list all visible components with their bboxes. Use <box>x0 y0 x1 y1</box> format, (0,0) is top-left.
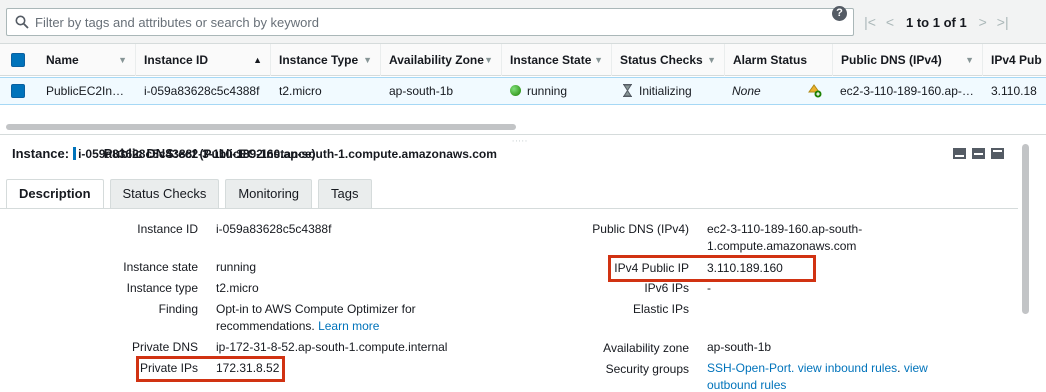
resize-grip-icon[interactable]: ∙∙∙∙∙ <box>512 136 528 145</box>
vertical-scrollbar[interactable] <box>1020 142 1032 392</box>
search-input[interactable] <box>35 12 825 32</box>
horizontal-scrollbar[interactable] <box>0 122 1046 132</box>
security-groups-label: Security groups <box>605 362 689 376</box>
hourglass-icon <box>623 84 632 97</box>
sort-icon: ▼ <box>484 55 493 65</box>
sort-icon: ▼ <box>707 55 716 65</box>
instance-label: Instance: <box>12 146 70 161</box>
cell-instance-type: t2.micro <box>279 84 322 98</box>
column-availability-zone[interactable]: Availability Zone ▼ <box>381 44 502 76</box>
public-dns-line-2: 1.compute.amazonaws.com <box>707 239 857 253</box>
layout-split-icon[interactable] <box>972 148 985 159</box>
layout-top-icon[interactable] <box>953 148 966 159</box>
pagination: |< < 1 to 1 of 1 > >| <box>860 8 1013 36</box>
cursor-bar <box>73 147 77 160</box>
cell-ipv4-public: 3.110.18 <box>991 84 1037 98</box>
next-page-icon[interactable]: > <box>973 14 993 30</box>
tab-status-checks[interactable]: Status Checks <box>109 179 220 209</box>
select-all-checkbox[interactable] <box>11 53 25 67</box>
layout-bottom-icon[interactable] <box>991 148 1004 159</box>
sort-icon: ▼ <box>965 55 974 65</box>
cell-name: PublicEC2In… <box>46 84 125 98</box>
details-title: Instance: i-059a83628c5c4388f (PublicEC2I… <box>12 146 497 161</box>
tab-divider <box>0 208 1018 209</box>
ipv6-ips-value: - <box>707 281 711 295</box>
tab-description[interactable]: Description <box>6 179 104 209</box>
learn-more-link[interactable]: Learn more <box>318 319 379 333</box>
finding-line-2: recommendations. Learn more <box>216 319 380 333</box>
column-instance-state[interactable]: Instance State ▼ <box>502 44 612 76</box>
sort-icon: ▼ <box>594 55 603 65</box>
sort-icon: ▼ <box>363 55 372 65</box>
security-groups-line-2: outbound rules <box>707 377 786 392</box>
column-name[interactable]: Name ▼ <box>38 44 136 76</box>
ssh-open-port-link[interactable]: SSH-Open-Port. <box>707 361 794 375</box>
cell-availability-zone: ap-south-1b <box>389 84 454 98</box>
public-dns-line-1: ec2-3-110-189-160.ap-south- <box>707 222 863 236</box>
security-groups-line-1: SSH-Open-Port. view inbound rules. view <box>707 361 928 375</box>
table-header: Name ▼ Instance ID ▲ Instance Type ▼ Availa… <box>0 44 1046 76</box>
first-page-icon[interactable]: |< <box>860 14 880 30</box>
instance-id-value: i-059a83628c5c4388f <box>216 222 332 236</box>
column-alarm-status[interactable]: Alarm Status <box>725 44 833 76</box>
availability-zone-label: Availability zone <box>603 341 689 355</box>
scrollbar-thumb[interactable] <box>1022 144 1029 314</box>
tab-monitoring[interactable]: Monitoring <box>225 179 313 209</box>
availability-zone-value: ap-south-1b <box>707 340 772 354</box>
cell-public-dns: ec2-3-110-189-160.ap-… <box>840 84 974 98</box>
scrollbar-thumb[interactable] <box>6 124 516 130</box>
cell-alarm-status: None <box>732 84 761 98</box>
private-dns-value: ip-172-31-8-52.ap-south-1.compute.intern… <box>216 340 448 354</box>
details-tabs: Description Status Checks Monitoring Tag… <box>6 179 378 209</box>
search-icon <box>15 15 29 29</box>
prev-page-icon[interactable]: < <box>880 14 900 30</box>
column-status-checks[interactable]: Status Checks ▼ <box>612 44 725 76</box>
last-page-icon[interactable]: >| <box>993 14 1013 30</box>
public-dns-label: Public DNS (IPv4) <box>592 222 689 236</box>
outbound-rules-link[interactable]: outbound rules <box>707 378 786 392</box>
finding-label: Finding <box>158 302 198 316</box>
dns-value: ec2-3-110-189-160.ap-south-1.compute.ama… <box>178 147 497 161</box>
instance-type-value: t2.micro <box>216 281 259 295</box>
instance-id-label: Instance ID <box>137 222 198 236</box>
create-alarm-icon[interactable] <box>806 78 826 104</box>
sort-icon: ▼ <box>118 55 127 65</box>
instance-state-label: Instance state <box>123 260 198 274</box>
instance-state-value: running <box>216 260 257 274</box>
ipv6-ips-label: IPv6 IPs <box>644 281 689 295</box>
filter-bar: ? |< < 1 to 1 of 1 > >| <box>0 0 1046 44</box>
tab-tags[interactable]: Tags <box>318 179 372 209</box>
column-instance-type[interactable]: Instance Type ▼ <box>271 44 381 76</box>
view-outbound-rules-link[interactable]: view <box>904 361 928 375</box>
elastic-ips-label: Elastic IPs <box>632 302 689 316</box>
cell-instance-state: running <box>510 78 610 104</box>
private-dns-label: Private DNS <box>131 340 198 354</box>
instance-type-label: Instance type <box>126 281 198 295</box>
layout-toggle <box>953 148 1004 159</box>
pagination-text: 1 to 1 of 1 <box>906 14 967 30</box>
help-icon[interactable]: ? <box>832 6 847 21</box>
sort-ascending-icon: ▲ <box>253 55 262 65</box>
ipv4-public-ip-highlight <box>608 255 816 282</box>
private-ips-highlight <box>136 356 285 382</box>
running-status-icon <box>510 85 521 96</box>
column-instance-id[interactable]: Instance ID ▲ <box>136 44 271 76</box>
table-row[interactable]: PublicEC2In… i-059a83628c5c4388f t2.micr… <box>0 77 1046 105</box>
search-box[interactable] <box>6 8 854 36</box>
finding-line-1: Opt-in to AWS Compute Optimizer for <box>216 302 416 316</box>
view-inbound-rules-link[interactable]: view inbound rules <box>798 361 897 375</box>
column-public-dns[interactable]: Public DNS (IPv4) ▼ <box>833 44 983 76</box>
column-ipv4-public[interactable]: IPv4 Pub <box>983 44 1046 76</box>
row-checkbox[interactable] <box>11 84 25 98</box>
cell-status-checks: Initializing <box>622 78 724 104</box>
cell-instance-id: i-059a83628c5c4388f <box>144 84 260 98</box>
